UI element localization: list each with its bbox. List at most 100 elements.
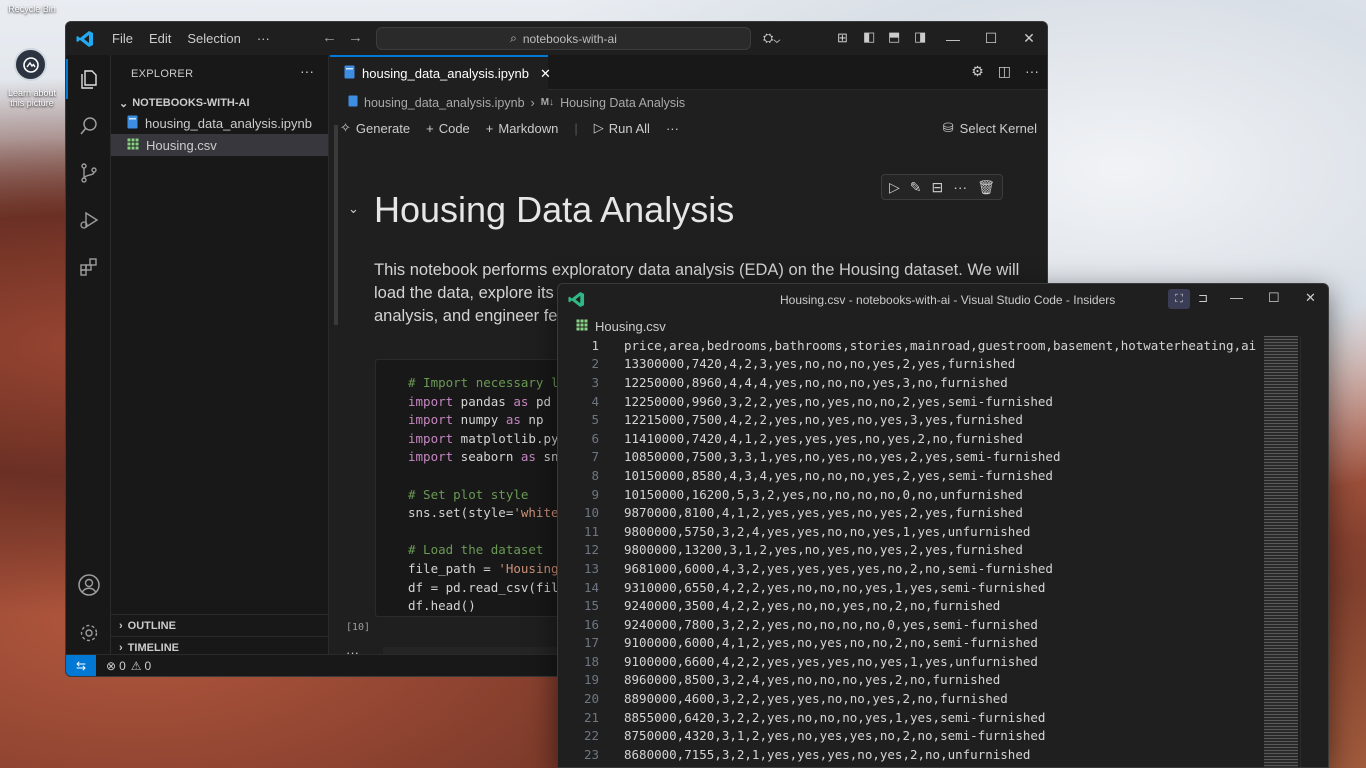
csv-line: 22 8750000,4320,3,1,2,yes,no,yes,yes,no,2… xyxy=(558,726,1264,745)
settings-gear-icon[interactable] xyxy=(66,613,111,653)
error-count[interactable]: 0 xyxy=(119,659,126,673)
line-content: 9800000,13200,3,1,2,yes,no,yes,no,yes,2,… xyxy=(624,542,1023,558)
menu-file[interactable]: File xyxy=(104,31,141,46)
toolbar-more-button[interactable]: ··· xyxy=(666,121,679,136)
remote-indicator-icon[interactable]: ⇆ xyxy=(66,654,96,676)
csv-tab-label: Housing.csv xyxy=(595,319,666,334)
toggle-panel-icon[interactable]: ⬒ xyxy=(888,29,900,45)
toolbar-divider: | xyxy=(574,120,578,136)
toggle-primary-sidebar-icon[interactable]: ◧ xyxy=(863,29,875,45)
select-kernel-button[interactable]: ⛁ Select Kernel xyxy=(943,120,1037,136)
focus-mode-icon[interactable]: ⛶ xyxy=(1168,289,1190,309)
menu-more[interactable]: ··· xyxy=(249,31,278,46)
command-center-label: notebooks-with-ai xyxy=(522,31,617,46)
minimap[interactable] xyxy=(1264,336,1298,767)
csv-line: 3 12250000,8960,4,4,4,yes,no,no,no,yes,3,… xyxy=(558,373,1264,392)
learn-about-picture-label[interactable]: Learn about this picture xyxy=(2,88,62,108)
line-content: 12215000,7500,4,2,2,yes,no,yes,no,yes,3,… xyxy=(624,412,1023,428)
close-button[interactable]: ✕ xyxy=(1305,290,1316,306)
recycle-bin-label[interactable]: Recycle Bin xyxy=(6,4,58,14)
markdown-badge-icon: M↓ xyxy=(540,97,555,108)
tab-close-icon[interactable]: ✕ xyxy=(540,66,551,82)
edit-cell-icon[interactable]: ✎ xyxy=(910,179,922,196)
file-item-csv[interactable]: Housing.csv xyxy=(111,134,328,156)
add-markdown-button[interactable]: + Markdown xyxy=(486,121,559,136)
code-token: import xyxy=(408,449,454,465)
notebook-icon xyxy=(344,65,355,82)
vscode-insiders-logo-icon[interactable] xyxy=(568,291,585,311)
split-editor-icon[interactable]: ◫ xyxy=(998,63,1011,80)
code-line: df.head() xyxy=(408,597,559,616)
add-code-button[interactable]: + Code xyxy=(426,121,470,136)
csv-editor-window: Housing.csv - notebooks-with-ai - Visual… xyxy=(557,283,1329,768)
vertical-scrollbar[interactable] xyxy=(1300,336,1314,767)
explorer-icon[interactable] xyxy=(66,59,111,99)
csv-line: 5 12215000,7500,4,2,2,yes,no,yes,no,yes,3… xyxy=(558,410,1264,429)
run-cell-icon[interactable]: ▷ xyxy=(889,179,900,196)
minimize-button[interactable]: — xyxy=(1230,290,1243,305)
account-icon[interactable] xyxy=(66,565,111,605)
chevron-right-icon: › xyxy=(119,641,123,654)
outline-label: OUTLINE xyxy=(127,619,176,632)
close-button[interactable]: ✕ xyxy=(1010,22,1047,55)
maximize-button[interactable]: ☐ xyxy=(972,22,1010,55)
delete-cell-icon[interactable]: 🗑 xyxy=(977,179,995,196)
learn-label-line1: Learn about xyxy=(7,88,57,98)
error-icon[interactable]: ⊗ xyxy=(106,659,116,673)
csv-title-bar: Housing.csv - notebooks-with-ai - Visual… xyxy=(558,284,1328,315)
sidebar-more-button[interactable]: ··· xyxy=(300,63,314,79)
menu-selection[interactable]: Selection xyxy=(179,31,248,46)
csv-line: 1 price,area,bedrooms,bathrooms,stories,m… xyxy=(558,336,1264,355)
csv-file-tab[interactable]: Housing.csv xyxy=(576,319,666,334)
vscode-logo-icon[interactable] xyxy=(66,30,104,48)
more-actions-icon[interactable]: ··· xyxy=(1025,63,1039,80)
outline-section[interactable]: › OUTLINE xyxy=(111,614,328,636)
line-number: 18 xyxy=(583,653,599,669)
csv-line: 18 9100000,6600,4,2,2,yes,yes,yes,no,yes,… xyxy=(558,652,1264,671)
csv-text-area[interactable]: 1 price,area,bedrooms,bathrooms,stories,m… xyxy=(558,336,1264,767)
file-item-notebook[interactable]: housing_data_analysis.ipynb xyxy=(111,112,328,134)
extensions-icon[interactable] xyxy=(66,247,111,287)
generate-button[interactable]: ✧ Generate xyxy=(340,120,410,136)
learn-about-picture-icon[interactable] xyxy=(14,48,47,81)
minimize-button[interactable]: — xyxy=(934,22,972,55)
breadcrumb-file[interactable]: housing_data_analysis.ipynb xyxy=(364,96,525,110)
workspace-folder[interactable]: ⌄ NOTEBOOKS-WITH-AI xyxy=(111,92,328,114)
search-icon[interactable] xyxy=(66,106,111,146)
menu-edit[interactable]: Edit xyxy=(141,31,179,46)
title-bar: File Edit Selection ··· ← → ⌕ notebooks-… xyxy=(66,22,1047,55)
warning-icon[interactable]: ⚠ xyxy=(131,659,142,673)
customize-layout-icon[interactable]: ⊞ xyxy=(837,30,848,46)
back-arrow-icon[interactable]: ← xyxy=(322,29,337,46)
line-number: 13 xyxy=(583,560,599,576)
toggle-secondary-sidebar-icon[interactable]: ◨ xyxy=(914,29,926,45)
forward-arrow-icon[interactable]: → xyxy=(348,29,363,46)
cell-more-icon[interactable]: ··· xyxy=(953,179,967,195)
warning-count[interactable]: 0 xyxy=(145,659,152,673)
gear-icon[interactable]: ⚙ xyxy=(971,63,984,80)
learn-label-line2: this picture xyxy=(10,98,54,108)
explorer-sidebar: EXPLORER ··· ⌄ NOTEBOOKS-WITH-AI housing… xyxy=(111,55,329,654)
tab-notebook[interactable]: housing_data_analysis.ipynb ✕ xyxy=(330,55,551,90)
code-token: seaborn xyxy=(453,449,521,465)
line-number: 21 xyxy=(583,709,599,725)
csv-line: 7 10850000,7500,3,3,1,yes,no,yes,no,yes,2… xyxy=(558,448,1264,467)
copilot-icon[interactable]: ⛭⌄ xyxy=(763,30,780,46)
chevron-down-icon: ⌄ xyxy=(119,97,129,110)
line-number: 12 xyxy=(583,542,599,558)
csv-line: 9 10150000,16200,5,3,2,yes,no,no,no,no,0,… xyxy=(558,485,1264,504)
pin-icon[interactable]: ⊐ xyxy=(1198,291,1208,305)
kernel-label: Select Kernel xyxy=(959,120,1037,136)
csv-icon xyxy=(127,138,139,153)
run-debug-icon[interactable] xyxy=(66,200,111,240)
source-control-icon[interactable] xyxy=(66,153,111,193)
command-center-search[interactable]: ⌕ notebooks-with-ai xyxy=(376,27,751,50)
file-item-label: Housing.csv xyxy=(146,137,217,153)
collapse-chevron-icon[interactable]: ⌄ xyxy=(348,201,359,217)
split-cell-icon[interactable]: ⊟ xyxy=(931,179,943,196)
run-all-button[interactable]: ▷ Run All xyxy=(594,120,650,136)
breadcrumb-section[interactable]: Housing Data Analysis xyxy=(560,96,685,110)
line-number: 14 xyxy=(583,579,599,595)
maximize-button[interactable]: ☐ xyxy=(1268,290,1280,306)
